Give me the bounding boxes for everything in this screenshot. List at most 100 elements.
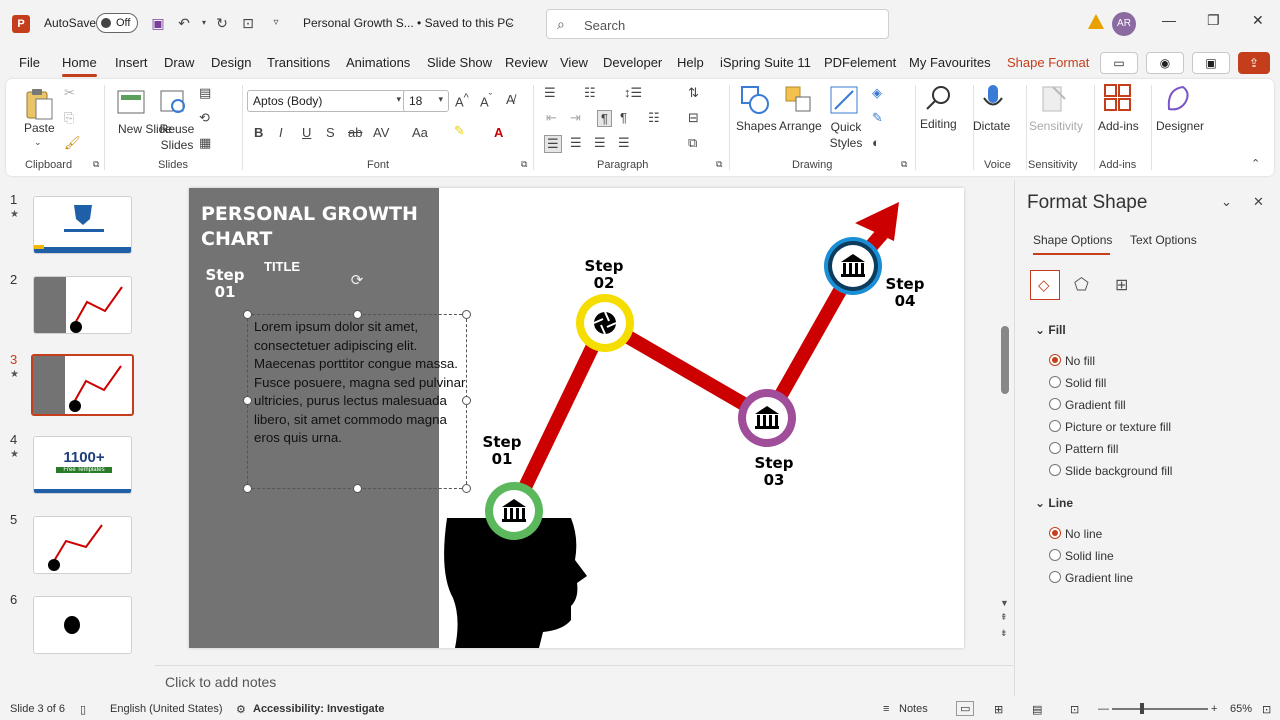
designer-label[interactable]: Designer bbox=[1156, 119, 1204, 133]
radio-solid-fill[interactable] bbox=[1049, 376, 1061, 388]
body-text[interactable]: Lorem ipsum dolor sit amet, consectetuer… bbox=[254, 318, 467, 448]
justify-icon[interactable]: ☰ bbox=[618, 135, 630, 151]
decrease-indent-icon[interactable]: ⇤ bbox=[546, 110, 557, 126]
columns-icon[interactable]: ☷ bbox=[648, 110, 660, 126]
resize-handle[interactable] bbox=[243, 310, 252, 319]
tab-my-favourites[interactable]: My Favourites bbox=[909, 55, 991, 70]
step3-label[interactable]: Step 03 bbox=[750, 455, 798, 489]
warning-icon[interactable] bbox=[1088, 14, 1104, 29]
add-ins-button-label[interactable]: Add-ins bbox=[1098, 119, 1139, 133]
undo-dropdown-icon[interactable]: ▾ bbox=[194, 13, 214, 33]
shadow-icon[interactable]: S bbox=[326, 125, 335, 140]
option-label[interactable]: Gradient fill bbox=[1065, 398, 1126, 412]
title-placeholder[interactable]: TITLE bbox=[264, 259, 300, 274]
line-section-header[interactable]: ⌄ Line bbox=[1035, 496, 1073, 510]
zoom-slider-thumb[interactable] bbox=[1140, 703, 1144, 714]
tab-slide-show[interactable]: Slide Show bbox=[427, 55, 492, 70]
sensitivity-icon[interactable] bbox=[1039, 83, 1069, 113]
shapes-icon[interactable] bbox=[740, 85, 770, 115]
editing-label[interactable]: Editing bbox=[920, 117, 957, 131]
decrease-font-icon[interactable]: Aˇ bbox=[480, 92, 492, 109]
change-case-icon[interactable]: Aa bbox=[412, 125, 428, 140]
cut-icon[interactable]: ✂ bbox=[64, 85, 75, 101]
notes-icon[interactable]: ≡ bbox=[883, 703, 889, 715]
option-label[interactable]: Pattern fill bbox=[1065, 442, 1118, 456]
tab-review[interactable]: Review bbox=[505, 55, 548, 70]
tab-draw[interactable]: Draw bbox=[164, 55, 194, 70]
accessibility-icon[interactable]: ⚙ bbox=[236, 703, 246, 716]
smartart-icon[interactable]: ⧉ bbox=[688, 135, 697, 151]
option-label[interactable]: Picture or texture fill bbox=[1065, 420, 1171, 434]
layout-icon[interactable]: ▤ bbox=[199, 85, 211, 101]
customize-toolbar-icon[interactable]: ▿ bbox=[266, 13, 286, 33]
designer-icon[interactable] bbox=[1163, 83, 1193, 113]
zoom-level[interactable]: 65% bbox=[1230, 703, 1252, 715]
shape-outline-icon[interactable]: ✎ bbox=[872, 110, 883, 126]
restore-icon[interactable]: ❐ bbox=[1207, 12, 1220, 29]
spelling-icon[interactable]: ▯ bbox=[80, 703, 86, 716]
notes-placeholder[interactable]: Click to add notes bbox=[165, 674, 276, 690]
next-slide-icon[interactable]: ⇟ bbox=[1000, 628, 1008, 639]
fill-section-header[interactable]: ⌄ Fill bbox=[1035, 323, 1066, 337]
effects-pentagon-icon[interactable]: ⬠ bbox=[1074, 275, 1089, 295]
redo-icon[interactable]: ↻ bbox=[212, 13, 232, 33]
growth-chart-graphic[interactable] bbox=[439, 188, 964, 648]
chevron-down-icon[interactable]: ⌄ bbox=[500, 13, 520, 33]
quick-styles-icon[interactable] bbox=[829, 85, 859, 115]
slide-canvas[interactable]: PERSONAL GROWTH CHART Step 01 TITLE ⟳ Lo… bbox=[189, 188, 964, 648]
tab-ispring[interactable]: iSpring Suite 11 bbox=[720, 55, 811, 70]
reuse-slides-label[interactable]: Reuse Slides bbox=[157, 121, 197, 153]
font-name-dropdown[interactable]: Aptos (Body) ▾ bbox=[247, 90, 407, 112]
radio-picture-fill[interactable] bbox=[1049, 420, 1061, 432]
radio-pattern-fill[interactable] bbox=[1049, 442, 1061, 454]
tab-home[interactable]: Home bbox=[62, 55, 97, 70]
shape-effects-icon[interactable]: ◐ bbox=[872, 135, 880, 150]
align-text-icon[interactable]: ⊟ bbox=[688, 110, 699, 126]
format-painter-icon[interactable]: 🖌 bbox=[64, 135, 81, 151]
clear-formatting-icon[interactable]: A̸ bbox=[506, 92, 515, 107]
option-label[interactable]: Slide background fill bbox=[1065, 464, 1172, 478]
search-box[interactable]: ⌕ Search bbox=[546, 9, 889, 39]
slide-title[interactable]: PERSONAL GROWTH CHART bbox=[201, 202, 431, 252]
save-icon[interactable]: ▣ bbox=[148, 13, 168, 33]
italic-icon[interactable]: I bbox=[279, 125, 283, 140]
increase-font-icon[interactable]: A^ bbox=[455, 92, 469, 109]
previous-slide-icon[interactable]: ⇞ bbox=[1000, 612, 1008, 623]
tab-insert[interactable]: Insert bbox=[115, 55, 148, 70]
increase-indent-icon[interactable]: ⇥ bbox=[570, 110, 581, 126]
radio-gradient-line[interactable] bbox=[1049, 571, 1061, 583]
slide-thumbnail-2[interactable] bbox=[33, 276, 132, 334]
dialog-launcher-icon[interactable]: ⧉ bbox=[93, 159, 99, 170]
option-label[interactable]: Gradient line bbox=[1065, 571, 1133, 585]
notes-toggle[interactable]: Notes bbox=[899, 703, 928, 715]
bullets-icon[interactable]: ☰ bbox=[544, 85, 556, 101]
bold-icon[interactable]: B bbox=[254, 125, 263, 140]
tab-text-options[interactable]: Text Options bbox=[1130, 233, 1197, 247]
resize-handle[interactable] bbox=[353, 484, 362, 493]
option-label[interactable]: Solid line bbox=[1065, 549, 1114, 563]
tab-file[interactable]: File bbox=[19, 55, 40, 70]
normal-view-icon[interactable]: ▭ bbox=[956, 701, 975, 716]
quick-styles-label[interactable]: Quick Styles bbox=[824, 119, 868, 151]
shapes-label[interactable]: Shapes bbox=[736, 119, 777, 133]
tab-developer[interactable]: Developer bbox=[603, 55, 662, 70]
numbering-icon[interactable]: ☷ bbox=[584, 85, 596, 101]
close-icon[interactable]: ✕ bbox=[1252, 12, 1264, 29]
minimize-icon[interactable]: — bbox=[1162, 12, 1176, 28]
arrange-icon[interactable] bbox=[784, 85, 814, 115]
avatar[interactable]: AR bbox=[1112, 12, 1136, 36]
dialog-launcher-icon[interactable]: ⧉ bbox=[521, 159, 527, 170]
paste-dropdown-icon[interactable]: ⌄ bbox=[34, 137, 42, 148]
resize-handle[interactable] bbox=[243, 396, 252, 405]
zoom-out-icon[interactable]: — bbox=[1098, 703, 1109, 715]
close-pane-icon[interactable]: ✕ bbox=[1253, 194, 1264, 210]
paste-label[interactable]: Paste bbox=[24, 121, 55, 135]
font-color-icon[interactable]: A bbox=[494, 125, 503, 140]
collapse-ribbon-icon[interactable]: ⌃ bbox=[1251, 157, 1260, 170]
tab-transitions[interactable]: Transitions bbox=[267, 55, 330, 70]
slide-thumbnail-1[interactable] bbox=[33, 196, 132, 254]
text-direction-icon[interactable]: ⇅ bbox=[688, 85, 699, 101]
slide-thumbnail-3[interactable] bbox=[31, 354, 134, 416]
add-ins-icon[interactable] bbox=[1103, 83, 1133, 113]
align-center-icon[interactable]: ☰ bbox=[570, 135, 582, 151]
